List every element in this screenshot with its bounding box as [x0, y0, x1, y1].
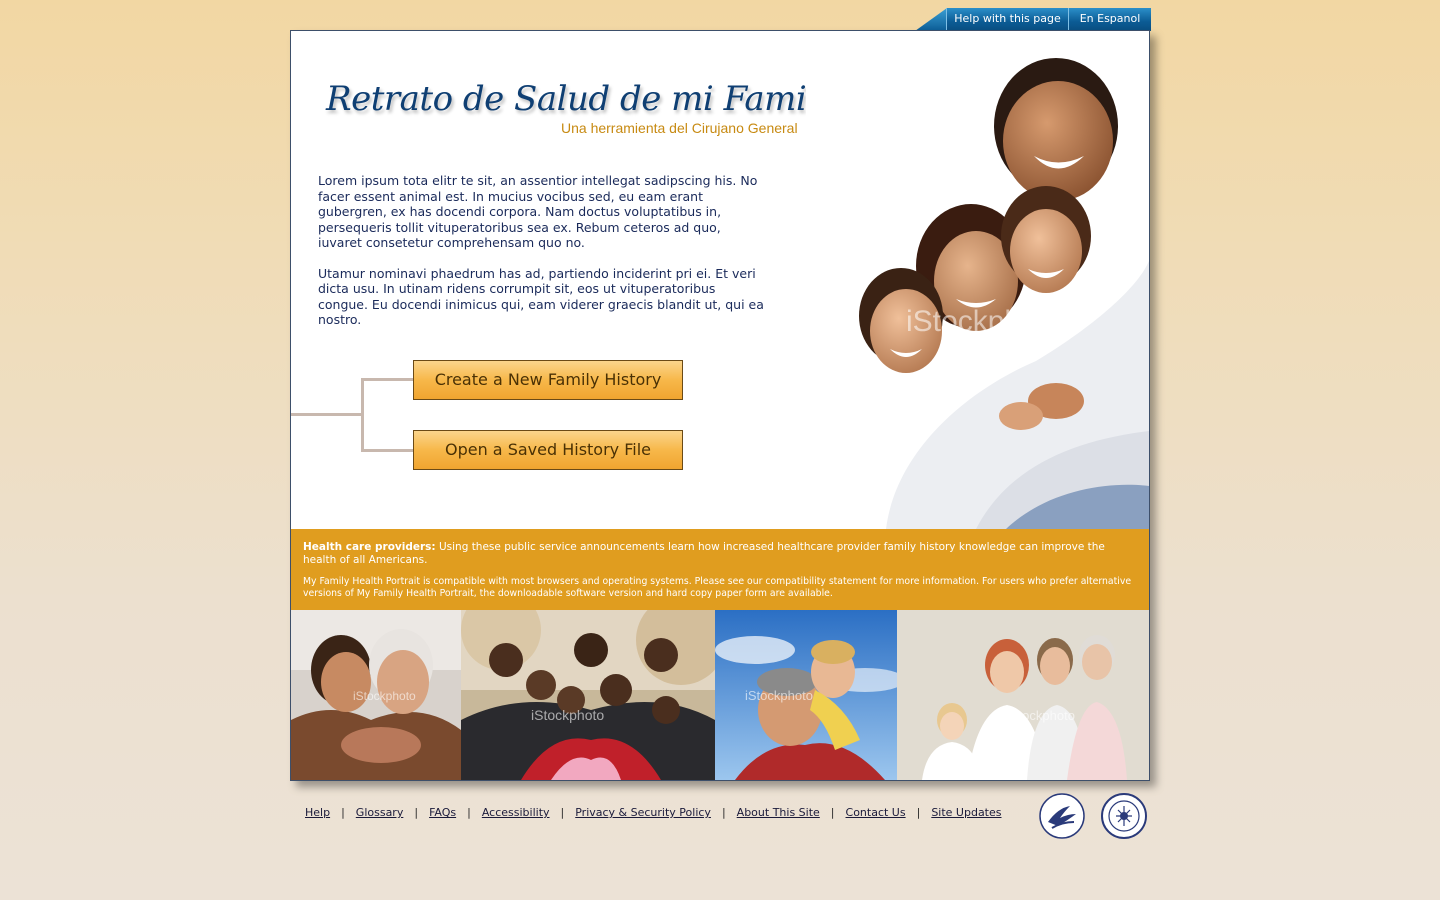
watermark-text: iStockphoto: [745, 688, 813, 703]
photo-mother-son: iStockphoto: [291, 610, 461, 780]
public-health-service-seal-icon: [1101, 793, 1147, 839]
help-with-page-link[interactable]: Help with this page: [946, 8, 1068, 31]
intro-text: Lorem ipsum tota elitr te sit, an assent…: [318, 173, 768, 343]
connector-line: [291, 413, 363, 416]
providers-label[interactable]: Health care providers:: [303, 541, 436, 553]
footer-separator: |: [467, 806, 471, 819]
footer-separator: |: [830, 806, 835, 819]
photo-strip: iStockphoto iStockphoto iStockphoto iSto…: [291, 610, 1149, 780]
footer-separator: |: [414, 806, 419, 819]
hhs-seal-icon: [1039, 793, 1085, 839]
connector-line: [361, 449, 414, 452]
photo-three-generations: iStockphoto: [897, 610, 1149, 780]
create-family-history-button[interactable]: Create a New Family History: [413, 360, 683, 400]
footer-link-contact-us[interactable]: Contact Us: [846, 806, 906, 819]
watermark-text: iStockphoto: [531, 707, 604, 723]
footer-separator: |: [721, 806, 726, 819]
connector-line: [361, 378, 364, 452]
watermark-text: iStockphoto: [1007, 708, 1075, 723]
photo-father-son-sky: iStockphoto: [715, 610, 897, 780]
footer-link-about-this-site[interactable]: About This Site: [737, 806, 820, 819]
connector-line: [361, 378, 414, 381]
photo-extended-family: iStockphoto: [461, 610, 715, 780]
main-card: Retrato de Salud de mi Familia Una herra…: [290, 30, 1150, 781]
footer-link-help[interactable]: Help: [305, 806, 330, 819]
hero-family-photo: iStockphoto: [806, 31, 1149, 529]
tree-connector: [291, 376, 416, 454]
page-subtitle: Una herramienta del Cirujano General: [561, 120, 798, 136]
footer-separator: |: [916, 806, 921, 819]
compatibility-notice: My Family Health Portrait is compatible …: [303, 576, 1132, 599]
footer-separator: |: [341, 806, 345, 819]
open-saved-history-button[interactable]: Open a Saved History File: [413, 430, 683, 470]
footer-link-privacy-security-policy[interactable]: Privacy & Security Policy: [575, 806, 711, 819]
footer-separator: |: [560, 806, 565, 819]
watermark-text: iStockphoto: [353, 689, 416, 703]
spanish-language-link[interactable]: En Espanol: [1068, 8, 1151, 31]
intro-paragraph-1: Lorem ipsum tota elitr te sit, an assent…: [318, 173, 758, 250]
footer-link-glossary[interactable]: Glossary: [356, 806, 404, 819]
footer-link-faqs[interactable]: FAQs: [429, 806, 456, 819]
info-band: Health care providers: Using these publi…: [291, 529, 1149, 610]
tab-corner-decoration: [915, 8, 947, 31]
providers-notice: Health care providers: Using these publi…: [303, 541, 1138, 567]
top-tabs: Help with this page En Espanol: [915, 8, 1151, 31]
intro-paragraph-2: Utamur nominavi phaedrum has ad, partien…: [318, 265, 764, 328]
footer-links: Help | Glossary | FAQs | Accessibility | Privacy…: [305, 806, 1002, 819]
page-title: Retrato de Salud de mi Familia: [326, 79, 847, 119]
footer-link-site-updates[interactable]: Site Updates: [931, 806, 1001, 819]
footer-link-accessibility[interactable]: Accessibility: [482, 806, 550, 819]
